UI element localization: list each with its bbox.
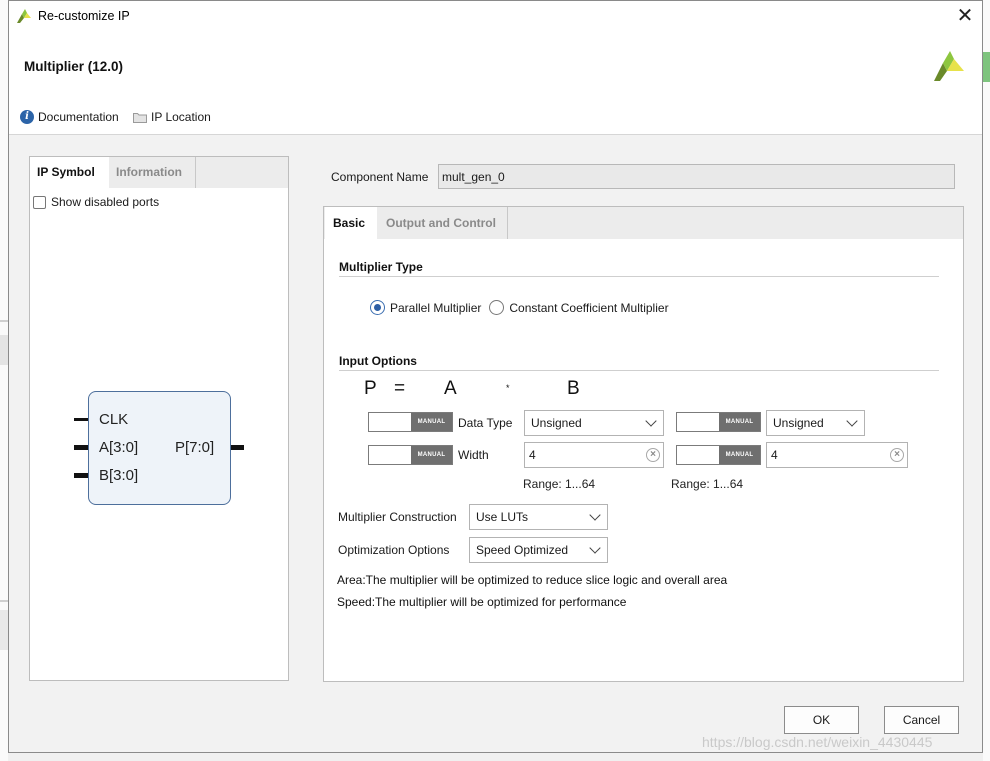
chevron-down-icon [846, 415, 858, 427]
ip-location-link[interactable]: IP Location [133, 110, 211, 124]
optimization-options-label: Optimization Options [338, 543, 450, 557]
port-a-label: A[3:0] [99, 439, 139, 456]
optimization-options-value: Speed Optimized [476, 543, 569, 557]
width-label: Width [458, 448, 489, 462]
divider [339, 276, 939, 277]
speed-description: Speed:The multiplier will be optimized f… [337, 595, 627, 609]
ip-location-label[interactable]: IP Location [151, 110, 211, 124]
a-width-manual-toggle[interactable]: MANUAL [368, 445, 453, 465]
component-name-field[interactable]: mult_gen_0 [438, 164, 955, 189]
multiplier-construction-label: Multiplier Construction [338, 510, 457, 524]
b-width-manual-toggle[interactable]: MANUAL [676, 445, 761, 465]
constant-coefficient-radio[interactable] [489, 300, 505, 315]
clear-icon[interactable]: × [890, 448, 904, 462]
port-p-label: P[7:0] [175, 439, 215, 456]
show-disabled-ports-row[interactable]: Show disabled ports [33, 195, 159, 209]
chevron-down-icon [645, 415, 657, 427]
documentation-label[interactable]: Documentation [38, 110, 119, 124]
formula-a: A [444, 378, 457, 399]
background-app-right-edge [983, 0, 990, 761]
constant-coefficient-label[interactable]: Constant Coefficient Multiplier [509, 301, 668, 315]
clear-icon[interactable]: × [646, 448, 660, 462]
tab-basic[interactable]: Basic [325, 207, 377, 239]
parallel-multiplier-label[interactable]: Parallel Multiplier [390, 301, 481, 315]
b-data-type-value: Unsigned [773, 416, 824, 430]
multiplier-type-options: Parallel Multiplier Constant Coefficient… [370, 300, 669, 315]
multiplier-construction-select[interactable]: Use LUTs [469, 504, 608, 530]
a-data-type-select[interactable]: Unsigned [524, 410, 664, 436]
manual-label: MANUAL [411, 446, 452, 464]
a-width-range: Range: 1...64 [523, 477, 596, 491]
tab-ip-symbol[interactable]: IP Symbol [30, 157, 109, 188]
manual-label: MANUAL [719, 413, 760, 431]
ip-symbol-panel: IP Symbol Information Show disabled port… [29, 156, 289, 681]
ip-header: Multiplier (12.0) i Documentation IP Loc… [9, 32, 982, 135]
left-tab-bar: IP Symbol Information [30, 157, 288, 188]
area-description: Area:The multiplier will be optimized to… [337, 573, 728, 587]
manual-label: MANUAL [411, 413, 452, 431]
multiplier-symbol: CLK A[3:0] B[3:0] P[7:0] [88, 391, 231, 505]
folder-icon [133, 112, 147, 123]
app-logo-icon [17, 9, 31, 23]
b-data-type-select[interactable]: Unsigned [766, 410, 865, 436]
cancel-button[interactable]: Cancel [884, 706, 959, 734]
documentation-link[interactable]: i Documentation [20, 110, 119, 124]
config-tab-bar: Basic Output and Control [324, 207, 963, 239]
re-customize-ip-dialog: Re-customize IP ✕ Multiplier (12.0) i Do… [8, 0, 983, 753]
manual-label: MANUAL [719, 446, 760, 464]
brand-logo-icon [934, 51, 964, 81]
a-bus-pin [74, 445, 88, 450]
a-data-type-manual-toggle[interactable]: MANUAL [368, 412, 453, 432]
data-type-label: Data Type [458, 416, 513, 430]
show-disabled-ports-label: Show disabled ports [51, 195, 160, 209]
port-b-label: B[3:0] [99, 467, 139, 484]
divider [339, 370, 939, 371]
p-bus-pin [230, 445, 244, 450]
b-width-range: Range: 1...64 [671, 477, 744, 491]
chevron-down-icon [589, 542, 601, 554]
chevron-down-icon [589, 509, 601, 521]
input-options-heading: Input Options [339, 354, 417, 368]
info-icon: i [20, 110, 34, 124]
ok-button[interactable]: OK [784, 706, 859, 734]
show-disabled-ports-checkbox[interactable] [33, 195, 46, 209]
title-bar: Re-customize IP ✕ [9, 1, 982, 32]
tab-output-and-control[interactable]: Output and Control [377, 207, 508, 239]
multiplier-type-heading: Multiplier Type [339, 260, 423, 274]
ip-title: Multiplier (12.0) [24, 59, 124, 74]
formula-multiply: * [506, 383, 510, 393]
a-data-type-value: Unsigned [531, 416, 582, 430]
component-name-label: Component Name [331, 170, 429, 184]
multiplier-construction-value: Use LUTs [476, 510, 529, 524]
a-width-input[interactable]: 4 × [524, 442, 664, 468]
b-width-value: 4 [771, 448, 778, 462]
formula-b: B [567, 378, 580, 399]
configuration-panel: Basic Output and Control Multiplier Type… [323, 206, 964, 682]
clk-pin [74, 418, 88, 421]
b-data-type-manual-toggle[interactable]: MANUAL [676, 412, 761, 432]
watermark: https://blog.csdn.net/weixin_4430445 [702, 734, 933, 750]
close-button[interactable]: ✕ [954, 5, 976, 27]
formula-p: P [364, 378, 377, 399]
formula-equals: = [394, 378, 406, 399]
b-bus-pin [74, 473, 88, 478]
tab-information[interactable]: Information [109, 157, 196, 188]
port-clk-label: CLK [99, 411, 129, 428]
b-width-input[interactable]: 4 × [766, 442, 908, 468]
background-app-left-edge [0, 0, 8, 761]
optimization-options-select[interactable]: Speed Optimized [469, 537, 608, 563]
window-title: Re-customize IP [38, 9, 130, 23]
a-width-value: 4 [529, 448, 536, 462]
close-icon[interactable]: ✕ [957, 5, 974, 27]
parallel-multiplier-radio[interactable] [370, 300, 385, 315]
